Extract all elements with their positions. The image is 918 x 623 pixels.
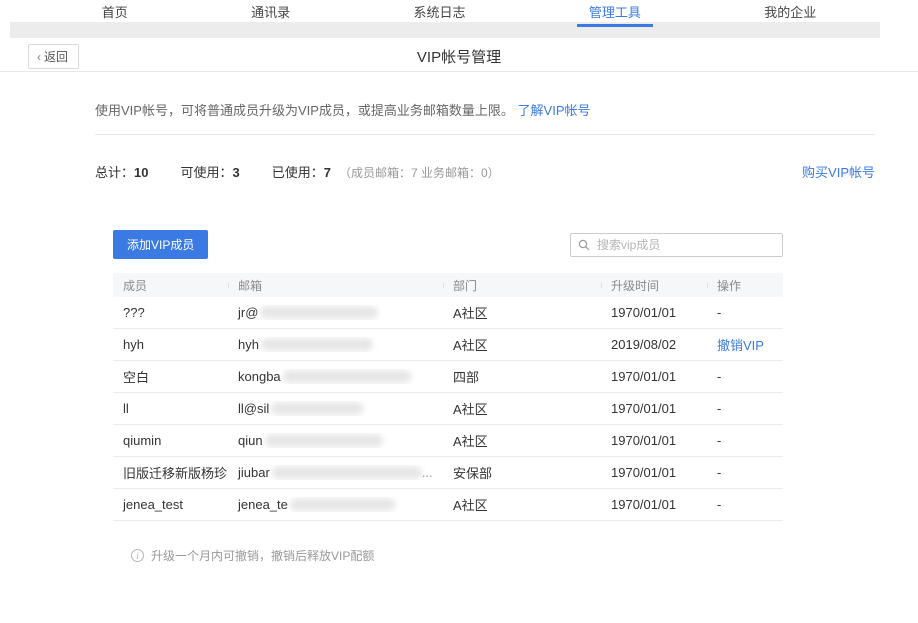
table-row: 旧版迁移新版杨珍jiubar...安保部1970/01/01-: [113, 457, 783, 489]
nav-item-system-log[interactable]: 系统日志: [407, 0, 471, 23]
cell-member: 空白: [113, 367, 228, 386]
table-row: ll ll@sil A社区1970/01/01-: [113, 393, 783, 425]
cell-upgrade-time: 1970/01/01: [601, 305, 707, 320]
email-prefix: jenea_te: [238, 497, 288, 512]
cell-email: jiubar...: [228, 465, 443, 480]
action-none: -: [717, 465, 721, 480]
column-header-action: 操作: [707, 277, 783, 294]
cell-action: -: [707, 465, 783, 480]
intro-description: 使用VIP帐号，可将普通成员升级为VIP成员，或提高业务邮箱数量上限。: [95, 103, 514, 118]
intro-text: 使用VIP帐号，可将普通成员升级为VIP成员，或提高业务邮箱数量上限。 了解VI…: [95, 100, 875, 119]
nav-item-contacts[interactable]: 通讯录: [245, 0, 296, 23]
table-row: ??? jr@ A社区1970/01/01-: [113, 297, 783, 329]
cell-email: ll@sil: [228, 401, 443, 416]
email-prefix: kongba: [238, 369, 281, 384]
cell-action: -: [707, 369, 783, 384]
nav-item-my-enterprise[interactable]: 我的企业: [758, 0, 822, 23]
table-body: ???jr@A社区1970/01/01-hyhhyhA社区2019/08/02撤…: [113, 297, 783, 521]
email-redacted-blur: [265, 434, 383, 447]
nav-item-home[interactable]: 首页: [96, 0, 134, 23]
vip-member-table: 成员 邮箱 部门 升级时间 操作 ???jr@A社区1970/01/01-hyh…: [113, 273, 783, 521]
search-input[interactable]: [570, 233, 783, 257]
cell-member: hyh: [113, 337, 228, 352]
action-none: -: [717, 497, 721, 512]
cell-department: 安保部: [443, 463, 601, 482]
section-divider: [95, 134, 875, 135]
cell-action: -: [707, 401, 783, 416]
learn-vip-link[interactable]: 了解VIP帐号: [518, 103, 591, 118]
cell-upgrade-time: 2019/08/02: [601, 337, 707, 352]
buy-vip-link[interactable]: 购买VIP帐号: [802, 162, 875, 181]
cell-upgrade-time: 1970/01/01: [601, 401, 707, 416]
top-nav: 首页 通讯录 系统日志 管理工具 我的企业: [0, 0, 918, 22]
cell-email: jenea_te: [228, 497, 443, 512]
action-none: -: [717, 305, 721, 320]
cell-member: 旧版迁移新版杨珍: [113, 463, 228, 482]
email-prefix: jr@: [238, 305, 258, 320]
cell-member: jenea_test: [113, 497, 228, 512]
cell-email: kongba: [228, 369, 443, 384]
table-row: jenea_test jenea_te A社区1970/01/01-: [113, 489, 783, 521]
email-redacted-blur: [271, 402, 363, 415]
action-none: -: [717, 433, 721, 448]
cell-upgrade-time: 1970/01/01: [601, 433, 707, 448]
action-none: -: [717, 401, 721, 416]
cell-upgrade-time: 1970/01/01: [601, 369, 707, 384]
email-redacted-blur: [272, 466, 422, 479]
add-vip-member-button[interactable]: 添加VIP成员: [113, 230, 208, 259]
email-redacted-blur: [260, 306, 378, 319]
cell-department: 四部: [443, 367, 601, 386]
cell-upgrade-time: 1970/01/01: [601, 497, 707, 512]
stat-used: 已使用：7: [272, 162, 331, 181]
cell-action: -: [707, 497, 783, 512]
email-redacted-blur: [261, 338, 373, 351]
cell-email: jr@: [228, 305, 443, 320]
column-header-email: 邮箱: [228, 277, 443, 294]
cell-action: -: [707, 433, 783, 448]
email-redacted-blur: [283, 370, 411, 383]
nav-underline-bar: [10, 22, 880, 38]
search-box: [570, 233, 783, 257]
email-redacted-blur: [290, 498, 395, 511]
cell-upgrade-time: 1970/01/01: [601, 465, 707, 480]
column-header-department: 部门: [443, 277, 601, 294]
cell-member: ???: [113, 305, 228, 320]
nav-item-admin-tools[interactable]: 管理工具: [583, 0, 647, 23]
table-row: hyhhyh A社区2019/08/02 撤销VIP: [113, 329, 783, 361]
cell-email: qiun: [228, 433, 443, 448]
cell-department: A社区: [443, 335, 601, 354]
cell-department: A社区: [443, 431, 601, 450]
info-icon: i: [131, 549, 144, 562]
footnote: i 升级一个月内可撤销，撤销后释放VIP配额: [131, 547, 783, 564]
page-header: ‹返回 VIP帐号管理: [0, 38, 918, 72]
cell-department: A社区: [443, 399, 601, 418]
action-none: -: [717, 369, 721, 384]
revoke-vip-link[interactable]: 撤销VIP: [717, 338, 764, 353]
email-prefix: ll@sil: [238, 401, 269, 416]
quota-stats: 总计：10 可使用：3 已使用：7 （成员邮箱：7 业务邮箱：0） 购买VIP帐…: [95, 162, 875, 181]
table-toolbar: 添加VIP成员: [113, 230, 783, 259]
column-header-member: 成员: [113, 277, 228, 294]
cell-action: 撤销VIP: [707, 335, 783, 354]
stat-used-detail: （成员邮箱：7 业务邮箱：0）: [339, 164, 500, 181]
cell-action: -: [707, 305, 783, 320]
cell-department: A社区: [443, 303, 601, 322]
cell-department: A社区: [443, 495, 601, 514]
email-prefix: qiun: [238, 433, 263, 448]
search-icon: [578, 239, 590, 251]
table-row: qiumin qiun A社区1970/01/01-: [113, 425, 783, 457]
page-title: VIP帐号管理: [0, 46, 918, 67]
cell-email: hyh: [228, 337, 443, 352]
cell-member: ll: [113, 401, 228, 416]
stat-total: 总计：10: [95, 162, 148, 181]
email-ellipsis: ...: [422, 465, 433, 480]
cell-member: qiumin: [113, 433, 228, 448]
stat-available: 可使用：3: [180, 162, 239, 181]
email-prefix: jiubar: [238, 465, 270, 480]
table-header: 成员 邮箱 部门 升级时间 操作: [113, 273, 783, 297]
email-prefix: hyh: [238, 337, 259, 352]
table-row: 空白 kongba 四部1970/01/01-: [113, 361, 783, 393]
column-header-upgrade-time: 升级时间: [601, 277, 707, 294]
footnote-text: 升级一个月内可撤销，撤销后释放VIP配额: [151, 547, 374, 564]
